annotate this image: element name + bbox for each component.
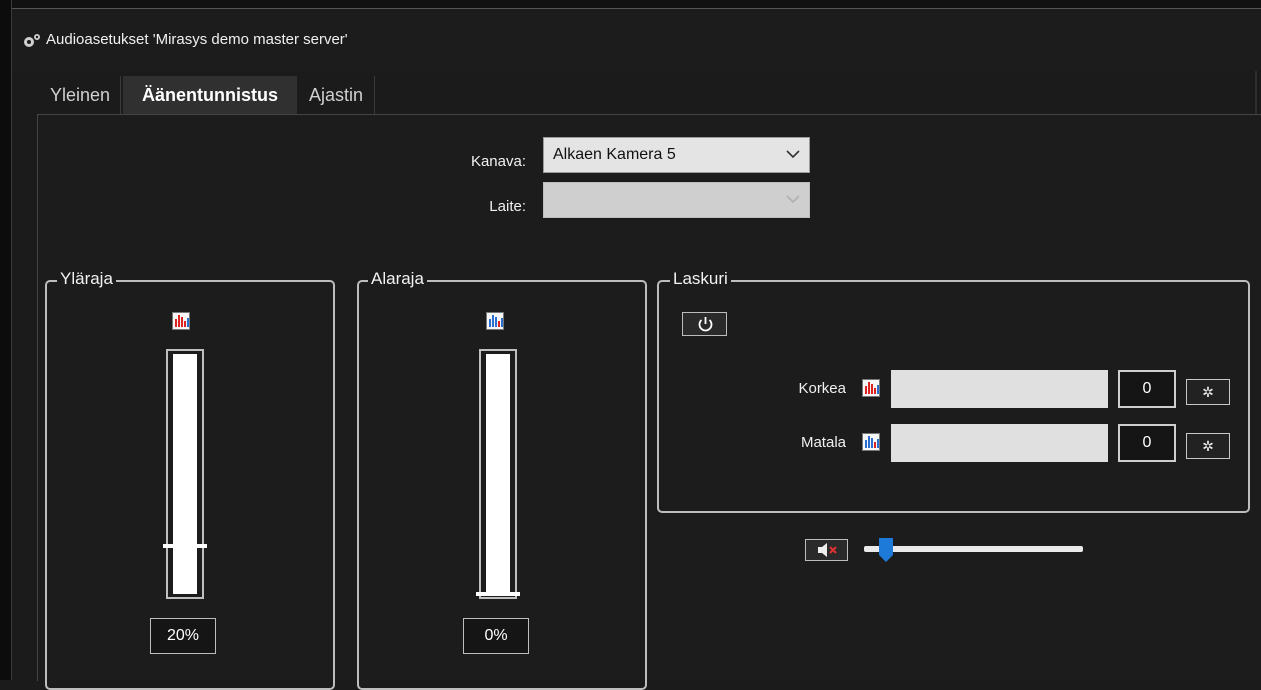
counter-high-reset-button[interactable]: ✲ xyxy=(1186,379,1230,405)
gear-icon xyxy=(24,34,40,47)
level-meter-blue-icon xyxy=(862,433,880,451)
counter-low-label: Matala xyxy=(800,434,846,451)
reset-icon: ✲ xyxy=(1202,438,1214,454)
upper-limit-title: Yläraja xyxy=(57,269,116,289)
device-label: Laite: xyxy=(489,198,526,215)
channel-label: Kanava: xyxy=(470,153,526,170)
counter-title: Laskuri xyxy=(670,269,731,289)
channel-select-value: Alkaen Kamera 5 xyxy=(553,146,676,163)
chevron-down-icon xyxy=(786,195,800,204)
level-meter-blue-icon xyxy=(486,312,504,330)
reset-icon: ✲ xyxy=(1202,384,1214,400)
level-meter-red-icon xyxy=(862,379,880,397)
tab-yleinen[interactable]: Yleinen xyxy=(40,76,121,114)
speaker-muted-icon xyxy=(818,543,837,557)
mute-button[interactable] xyxy=(805,539,848,561)
lower-limit-slider-track[interactable] xyxy=(479,349,517,599)
window-top-edge xyxy=(0,0,1261,9)
volume-slider-thumb[interactable] xyxy=(878,537,894,563)
tab-aanentunnistus[interactable]: Äänentunnistus xyxy=(123,76,297,114)
power-icon xyxy=(698,317,713,332)
upper-limit-slider-track[interactable] xyxy=(166,349,204,599)
counter-low-bar xyxy=(891,424,1108,462)
upper-limit-value: 20% xyxy=(150,618,216,654)
channel-select[interactable]: Alkaen Kamera 5 xyxy=(543,137,810,173)
counter-high-count: 0 xyxy=(1118,370,1176,408)
lower-limit-slider-thumb[interactable] xyxy=(476,592,520,596)
chevron-down-icon xyxy=(786,150,800,159)
counter-low-count: 0 xyxy=(1118,424,1176,462)
volume-slider-track[interactable] xyxy=(864,546,1083,552)
window-left-edge xyxy=(0,0,12,680)
dialog-title: Audioasetukset 'Mirasys demo master serv… xyxy=(46,31,348,48)
counter-high-label: Korkea xyxy=(798,380,846,397)
counter-low-reset-button[interactable]: ✲ xyxy=(1186,433,1230,459)
counter-power-button[interactable] xyxy=(682,312,727,336)
lower-limit-title: Alaraja xyxy=(368,269,427,289)
lower-limit-value: 0% xyxy=(463,618,529,654)
device-select[interactable] xyxy=(543,182,810,218)
upper-limit-slider-thumb[interactable] xyxy=(163,543,207,548)
tab-ajastin[interactable]: Ajastin xyxy=(298,76,375,114)
counter-high-bar xyxy=(891,370,1108,408)
level-meter-red-icon xyxy=(172,312,190,330)
